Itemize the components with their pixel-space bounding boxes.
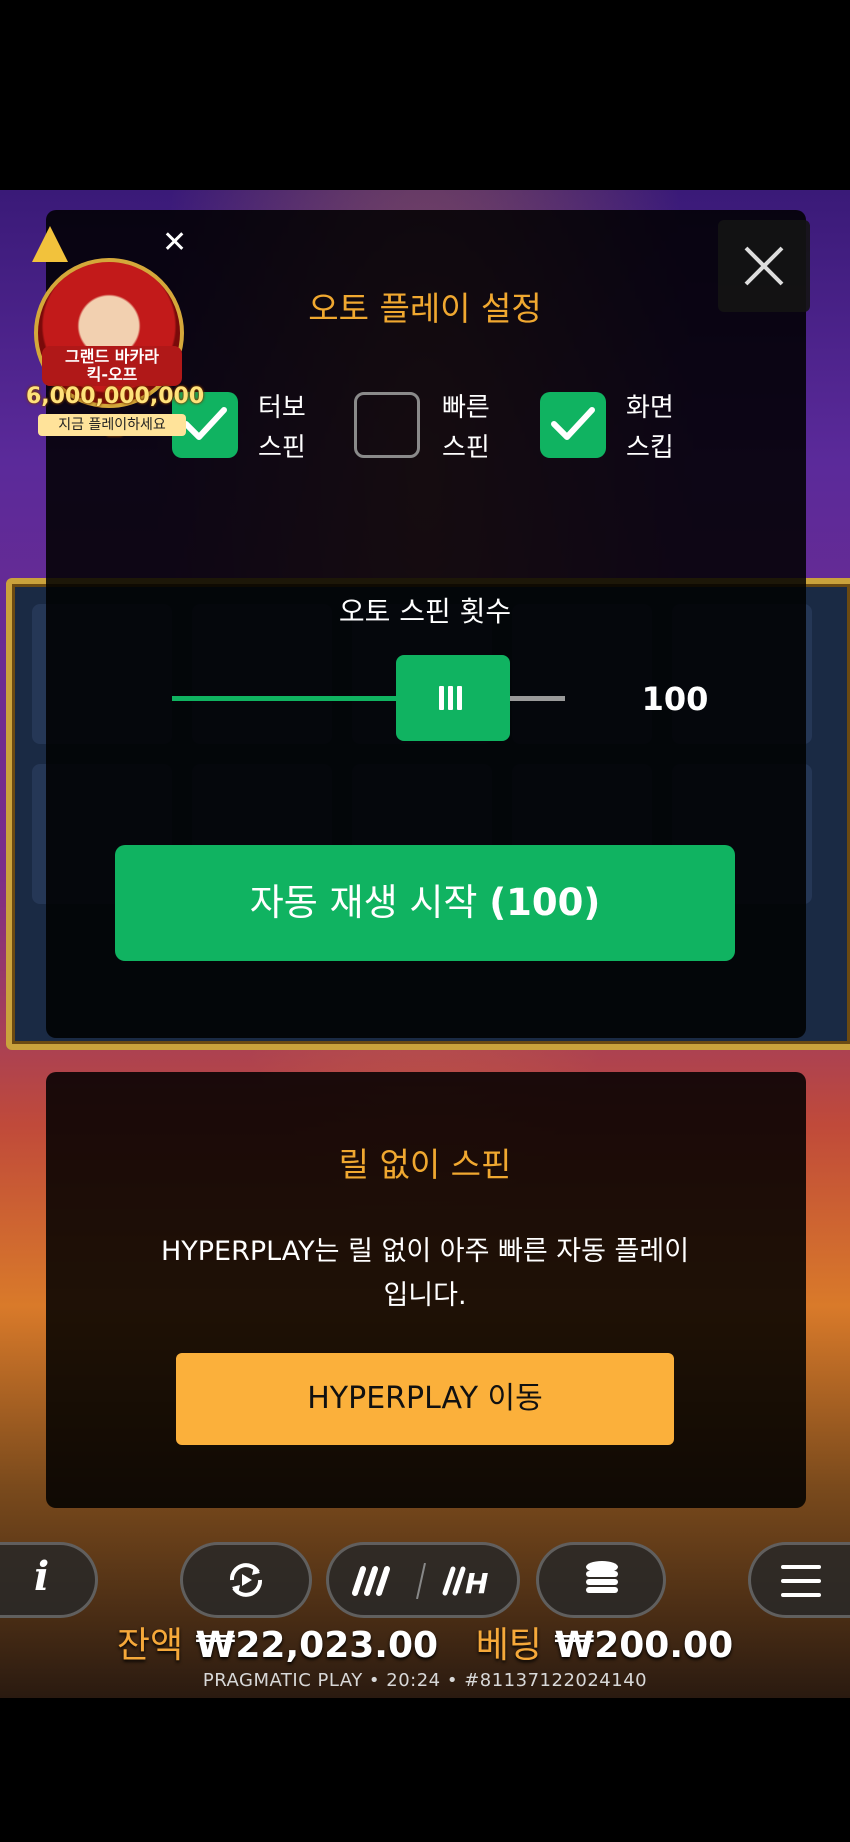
footer-info: PRAGMATIC PLAY • 20:24 • #81137122024140 bbox=[202, 1670, 648, 1691]
promo-banner[interactable]: ✕ 그랜드 바카라 킥-오프 6,000,000,000원 지금 플레이하세요 bbox=[22, 218, 204, 448]
turbo-spin-label-line2: 스핀 bbox=[258, 433, 306, 463]
turbo-icon: H bbox=[352, 1563, 488, 1599]
checkmark-icon bbox=[551, 407, 595, 440]
spin-count-slider-thumb[interactable] bbox=[396, 655, 510, 741]
quick-spin-label-line2: 스핀 bbox=[442, 433, 490, 463]
skip-screens-label-line1: 화면 bbox=[626, 393, 674, 423]
bet-coins-button[interactable] bbox=[536, 1542, 666, 1618]
skip-screens-checkbox[interactable] bbox=[540, 392, 606, 458]
menu-button[interactable] bbox=[748, 1542, 850, 1618]
slider-track-filled bbox=[172, 696, 412, 701]
balance-value: ₩22,023.00 bbox=[195, 1625, 439, 1666]
autoplay-icon bbox=[230, 1563, 262, 1597]
balance-label: 잔액 bbox=[116, 1625, 184, 1666]
balance-bet-row: 잔액 ₩22,023.00 베팅 ₩200.00 bbox=[0, 1622, 850, 1670]
hyperplay-description: HYPERPLAY는 릴 없이 아주 빠른 자동 플레이입니다. bbox=[160, 1236, 690, 1311]
hyperplay-title: 릴 없이 스핀 bbox=[338, 1145, 512, 1184]
turbo-spin-label-line1: 터보 bbox=[258, 393, 306, 423]
promo-close-icon[interactable]: ✕ bbox=[162, 228, 187, 258]
promo-cta[interactable]: 지금 플레이하세요 bbox=[38, 414, 186, 436]
bet-value: ₩200.00 bbox=[554, 1625, 734, 1666]
quick-spin-checkbox[interactable] bbox=[354, 392, 420, 458]
bet-label: 베팅 bbox=[475, 1625, 542, 1666]
skip-screens-label-line2: 스킵 bbox=[626, 433, 674, 463]
close-icon bbox=[744, 246, 784, 286]
quick-spin-label: 빠른 스핀 bbox=[442, 388, 522, 468]
svg-text:H: H bbox=[465, 1567, 488, 1599]
turbo-spin-label: 터보 스핀 bbox=[258, 388, 338, 468]
info-icon: i bbox=[34, 1553, 50, 1600]
crown-icon bbox=[32, 226, 68, 262]
skip-screens-label: 화면 스킵 bbox=[626, 388, 706, 468]
start-autoplay-label: 자동 재생 시작 bbox=[249, 881, 490, 924]
start-autoplay-button[interactable]: 자동 재생 시작 (100) bbox=[115, 845, 735, 961]
promo-title: 그랜드 바카라 킥-오프 bbox=[42, 346, 182, 386]
slider-grip-icon bbox=[439, 686, 466, 714]
autoplay-button[interactable] bbox=[180, 1542, 312, 1618]
promo-title-line1: 그랜드 바카라 bbox=[65, 347, 159, 366]
menu-icon bbox=[781, 1565, 821, 1597]
hyperplay-go-button[interactable]: HYPERPLAY 이동 bbox=[176, 1353, 674, 1445]
promo-title-line2: 킥-오프 bbox=[86, 365, 138, 384]
start-autoplay-count: (100) bbox=[489, 881, 601, 924]
close-button[interactable] bbox=[718, 220, 810, 312]
info-button[interactable]: i bbox=[0, 1542, 98, 1618]
quick-spin-label-line1: 빠른 bbox=[442, 393, 490, 423]
spin-count-value: 100 bbox=[641, 680, 709, 718]
spin-count-label: 오토 스핀 횟수 bbox=[338, 595, 512, 628]
turbo-mode-button[interactable]: H bbox=[326, 1542, 520, 1618]
coins-icon bbox=[586, 1561, 618, 1593]
